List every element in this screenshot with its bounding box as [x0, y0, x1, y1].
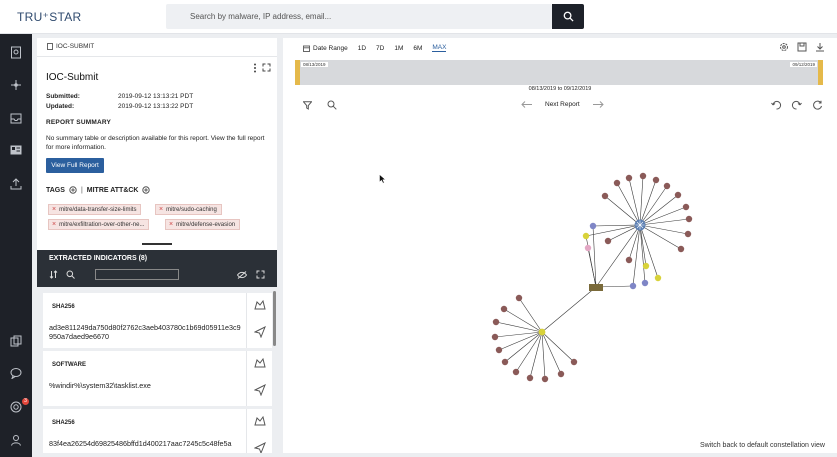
graph-nodes-brown: [491, 172, 693, 383]
tags-divider: |: [80, 186, 83, 194]
add-mitre-icon[interactable]: [142, 186, 151, 194]
breadcrumb-label: IOC-SUBMIT: [56, 43, 95, 50]
search-icon[interactable]: [66, 270, 75, 279]
indicators-header: EXTRACTED INDICATORS (8): [37, 250, 277, 287]
tag-label: mitre/defense-evasion: [176, 221, 236, 228]
tag-label: mitre/data-transfer-size-limits: [59, 206, 137, 213]
breadcrumb[interactable]: IOC-SUBMIT: [47, 43, 94, 50]
enrich-icon[interactable]: [254, 357, 266, 369]
search-button[interactable]: [552, 4, 584, 29]
left-nav-rail: 3: [0, 34, 32, 457]
nav-upload-icon[interactable]: [8, 176, 24, 192]
indicator-actions: [246, 351, 272, 406]
indicator-value: ad3e811249da750d80f2762c3aeb403780c1b69d…: [49, 323, 241, 341]
nav-inbox-icon[interactable]: [8, 110, 24, 126]
report-header: IOC-SUBMIT: [37, 38, 277, 57]
add-tag-icon[interactable]: [69, 186, 77, 194]
top-bar: TRU⁺STAR: [0, 0, 837, 34]
summary-heading: REPORT SUMMARY: [46, 119, 112, 126]
indicator-actions: [246, 409, 272, 453]
nav-enclaves-icon[interactable]: [8, 142, 24, 158]
indicator-card[interactable]: SHA256 83f4ea26254d69825486bffd1d400217a…: [43, 409, 246, 453]
send-icon[interactable]: [254, 384, 266, 396]
indicator-list: SHA256 ad3e811249da750d80f2762c3aeb40378…: [37, 287, 277, 453]
updated-label: Updated:: [46, 103, 75, 110]
indicator-type: SHA256: [52, 304, 75, 310]
submitted-label: Submitted:: [46, 93, 80, 100]
hide-icon[interactable]: [237, 271, 247, 279]
tag-label: mitre/sudo-caching: [166, 206, 217, 213]
graph-nodes-other: [538, 219, 662, 336]
enrich-icon[interactable]: [254, 415, 266, 427]
tag-label: mitre/exfiltration-over-other-ne...: [59, 221, 145, 228]
constellation-graph[interactable]: [283, 38, 837, 453]
indicator-value: 83f4ea26254d69825486bffd1d400217aac7245c…: [49, 439, 232, 448]
indicator-card[interactable]: SOFTWARE %windir%\system32\tasklist.exe: [43, 351, 246, 406]
nav-graph-icon[interactable]: [8, 77, 24, 93]
tag-chip[interactable]: × mitre/exfiltration-over-other-ne...: [48, 219, 150, 230]
trustar-logo[interactable]: TRU⁺STAR: [17, 10, 82, 24]
summary-text: No summary table or description availabl…: [46, 135, 265, 151]
search-icon: [563, 11, 574, 22]
send-icon[interactable]: [254, 326, 266, 338]
indicator-actions: [246, 293, 272, 348]
graph-panel: Date Range 1D 7D 1M 6M MAX 08/13/2019 09…: [283, 38, 837, 453]
view-full-report-button[interactable]: View Full Report: [46, 158, 104, 173]
search-box: [166, 4, 552, 29]
tag-chip[interactable]: × mitre/sudo-caching: [155, 204, 222, 215]
submitted-value: 2019-09-12 13:13:21 PDT: [118, 93, 194, 100]
indicator-filter-input[interactable]: [95, 269, 179, 280]
report-node[interactable]: [589, 284, 603, 291]
nav-help-icon[interactable]: [8, 399, 24, 415]
indicator-type: SHA256: [52, 420, 75, 426]
remove-tag-icon[interactable]: ×: [169, 221, 173, 228]
remove-tag-icon[interactable]: ×: [159, 206, 163, 213]
nav-copy-icon[interactable]: [8, 333, 24, 349]
search-input[interactable]: [166, 4, 552, 29]
enrich-icon[interactable]: [254, 299, 266, 311]
report-panel: IOC-SUBMIT IOC-Submit Submitted: 2019-09-…: [37, 38, 277, 250]
updated-row: Updated: 2019-09-12 13:13:22 PDT: [46, 103, 193, 110]
indicator-card[interactable]: SHA256 ad3e811249da750d80f2762c3aeb40378…: [43, 293, 246, 348]
nav-user-icon[interactable]: [8, 432, 24, 448]
nav-reports-icon[interactable]: [8, 44, 24, 60]
expand-icon[interactable]: [262, 63, 271, 72]
kebab-menu-icon[interactable]: [253, 63, 257, 73]
expand-icon[interactable]: [256, 270, 265, 279]
remove-tag-icon[interactable]: ×: [52, 206, 56, 213]
indicators-toolbar: [49, 269, 269, 281]
nav-chat-icon[interactable]: [8, 365, 24, 381]
panel-resize-handle[interactable]: [142, 243, 172, 245]
indicator-value: %windir%\system32\tasklist.exe: [49, 381, 151, 390]
tag-chip[interactable]: × mitre/data-transfer-size-limits: [48, 204, 142, 215]
mitre-label: MITRE ATT&CK: [86, 186, 139, 194]
send-icon[interactable]: [254, 442, 266, 453]
indicators-title: EXTRACTED INDICATORS (8): [49, 255, 148, 262]
tags-row: TAGS | MITRE ATT&CK: [46, 186, 151, 194]
switch-default-view-link[interactable]: Switch back to default constellation vie…: [696, 442, 829, 449]
updated-value: 2019-09-12 13:13:22 PDT: [118, 103, 194, 110]
report-title: IOC-Submit: [46, 72, 99, 83]
mouse-cursor-icon: [379, 174, 386, 184]
tags-label: TAGS: [46, 186, 65, 194]
submitted-row: Submitted: 2019-09-12 13:13:21 PDT: [46, 93, 193, 100]
indicator-type: SOFTWARE: [52, 362, 86, 368]
indicator-scrollbar[interactable]: [273, 291, 276, 346]
sort-icon[interactable]: [49, 270, 58, 279]
document-icon: [47, 43, 53, 50]
remove-tag-icon[interactable]: ×: [52, 221, 56, 228]
tag-chip[interactable]: × mitre/defense-evasion: [165, 219, 241, 230]
